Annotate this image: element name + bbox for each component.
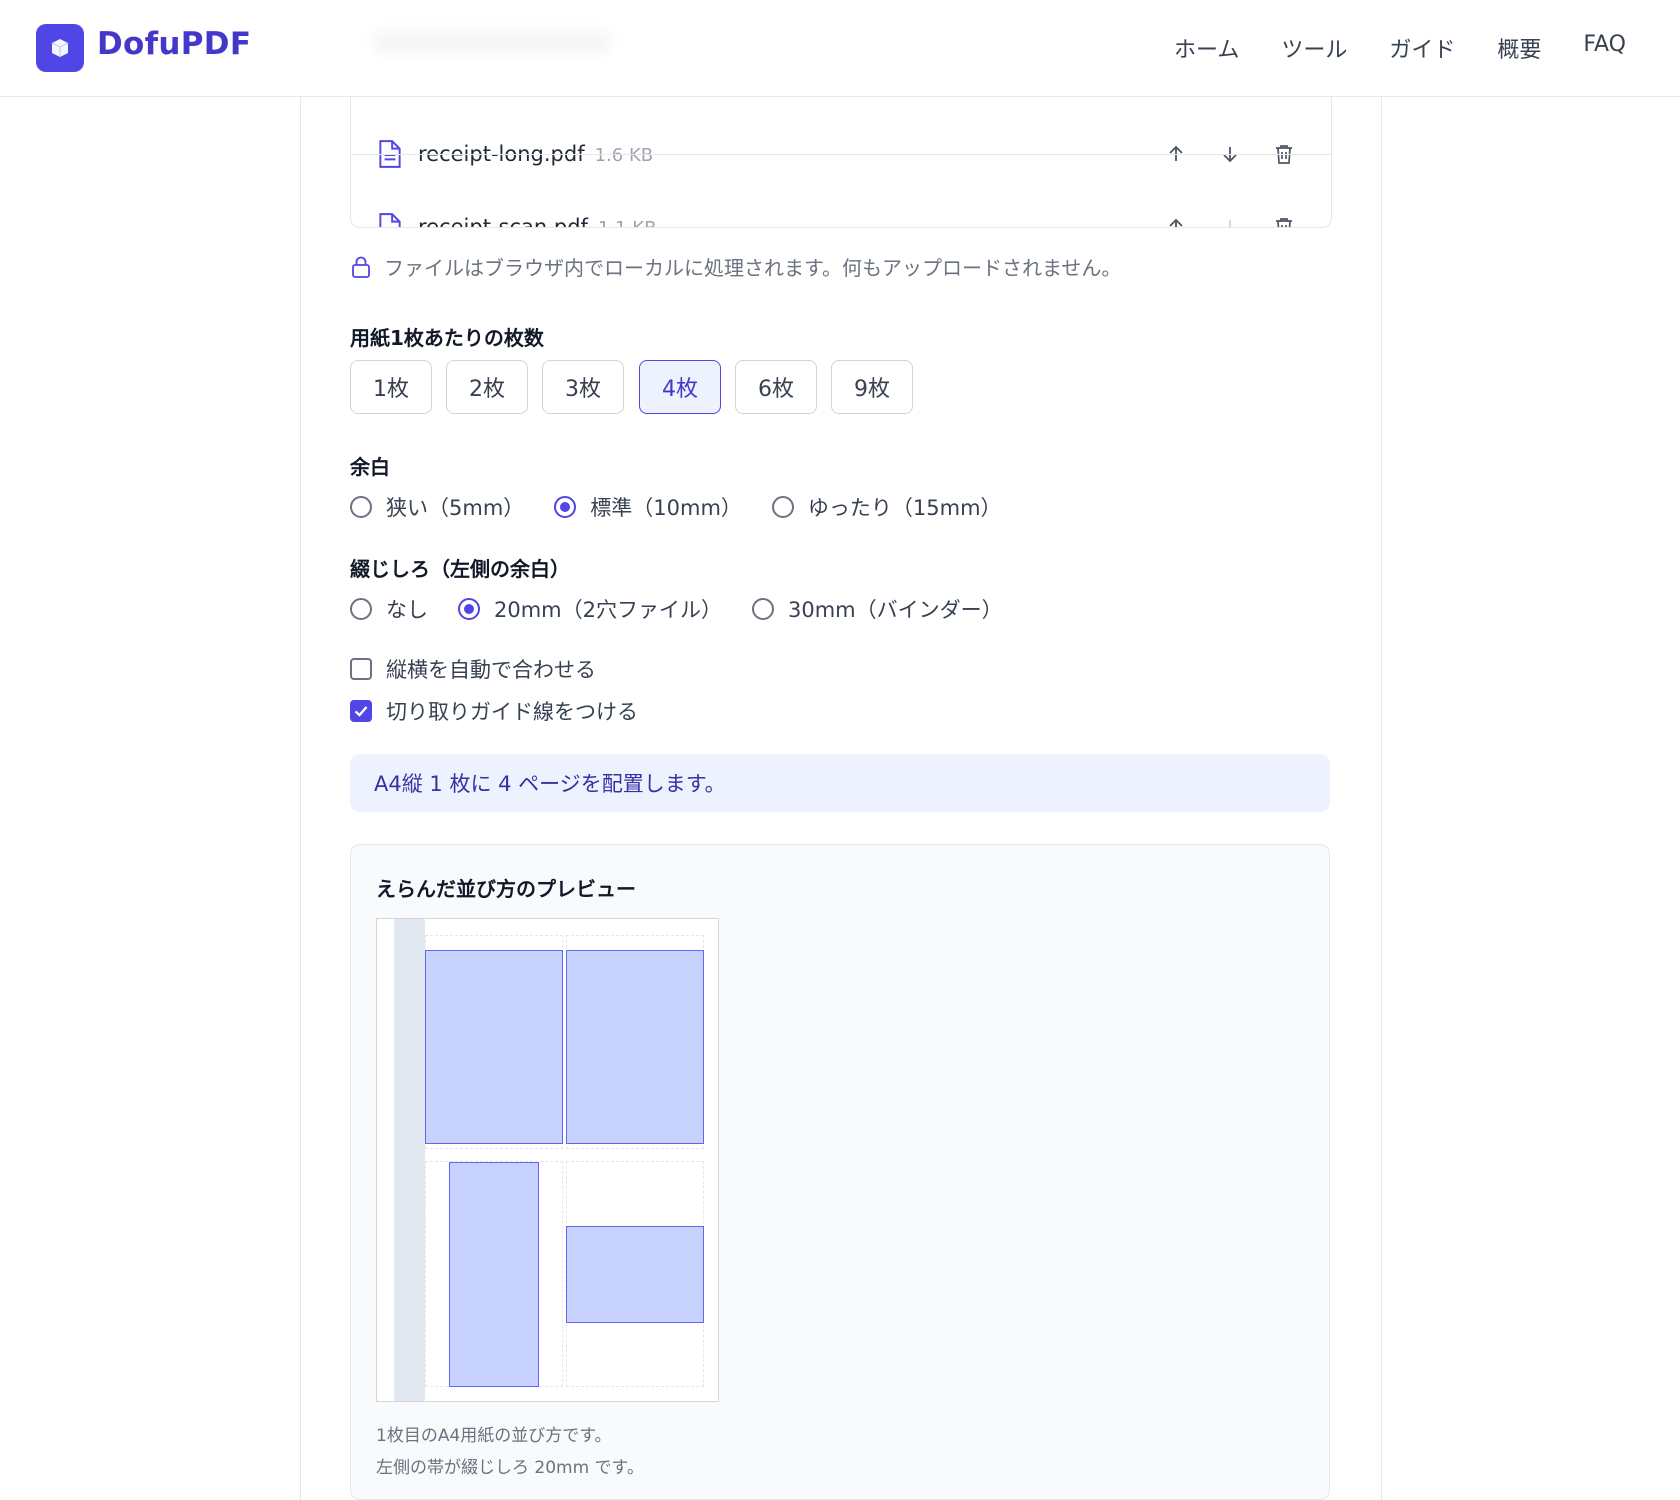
count-9-button[interactable]: 9枚	[831, 360, 913, 414]
binding-30mm-option[interactable]: 30mm（バインダー）	[752, 594, 1003, 624]
option-label: なし	[386, 598, 428, 622]
radio-button[interactable]	[458, 598, 480, 620]
option-label: 20mm（2穴ファイル）	[494, 598, 722, 622]
option-label: 狭い（5mm）	[386, 496, 525, 520]
nav-tools[interactable]: ツール	[1281, 32, 1347, 64]
margin-title: 余白	[350, 455, 390, 479]
preview-title: えらんだ並び方のプレビュー	[376, 877, 636, 901]
radio-button[interactable]	[350, 598, 372, 620]
option-label: 標準（10mm）	[590, 496, 742, 520]
checkbox[interactable]	[350, 700, 372, 722]
radio-button[interactable]	[752, 598, 774, 620]
margin-radio-group: 狭い（5mm） 標準（10mm） ゆったり（15mm）	[350, 492, 1032, 522]
header-blur	[372, 30, 612, 54]
main-nav: ホーム ツール ガイド 概要 FAQ	[1174, 32, 1626, 64]
document-icon	[379, 213, 401, 227]
page-thumbnail-2	[566, 950, 704, 1144]
option-label: ゆったり（15mm）	[807, 496, 1002, 520]
layout-info: A4縦 1 枚に 4 ページを配置します。	[350, 754, 1330, 812]
privacy-note: ファイルはブラウザ内でローカルに処理されます。何もアップロードされません。	[350, 252, 1121, 281]
logo-icon[interactable]	[36, 24, 84, 72]
move-up-button[interactable]	[1162, 213, 1190, 227]
binding-strip	[394, 919, 425, 1401]
count-1-button[interactable]: 1枚	[350, 360, 432, 414]
pages-per-sheet-title: 用紙1枚あたりの枚数	[350, 326, 544, 350]
auto-orient-checkbox[interactable]: 縦横を自動で合わせる	[350, 654, 596, 684]
count-3-button[interactable]: 3枚	[542, 360, 624, 414]
margin-standard-option[interactable]: 標準（10mm）	[554, 492, 742, 522]
brand-name[interactable]: DofuPDF	[97, 26, 251, 62]
binding-20mm-option[interactable]: 20mm（2穴ファイル）	[458, 594, 722, 624]
preview-caption-1: 1枚目のA4用紙の並び方です。	[376, 1426, 612, 1446]
delete-button[interactable]	[1270, 213, 1298, 227]
page-thumbnail-3	[449, 1162, 539, 1387]
preview-caption-2: 左側の帯が綴じしろ 20mm です。	[376, 1458, 644, 1478]
lock-icon	[352, 256, 370, 278]
file-name: receipt-scan.pdf	[418, 215, 588, 228]
preview-card: えらんだ並び方のプレビュー 1枚目のA4用紙の並び方です。 左側の帯が綴じしろ …	[350, 844, 1330, 1500]
radio-button[interactable]	[771, 496, 794, 518]
file-size: 1.1 KB	[598, 218, 657, 227]
file-size: 1.6 KB	[594, 145, 654, 166]
count-4-button[interactable]: 4枚	[639, 360, 721, 414]
option-label: 30mm（バインダー）	[788, 598, 1003, 622]
margin-wide-option[interactable]: ゆったり（15mm）	[771, 492, 1002, 522]
count-6-button[interactable]: 6枚	[735, 360, 817, 414]
radio-button[interactable]	[554, 496, 577, 518]
binding-margin-title: 綴じしろ（左側の余白）	[350, 557, 570, 581]
checkbox-label: 切り取りガイド線をつける	[386, 700, 638, 724]
arrow-up-icon	[1169, 218, 1183, 227]
radio-button[interactable]	[350, 496, 372, 518]
checkmark-icon	[354, 706, 368, 717]
binding-none-option[interactable]: なし	[350, 594, 428, 624]
nav-guide[interactable]: ガイド	[1389, 32, 1455, 64]
page-thumbnail-1	[425, 950, 563, 1144]
nav-about[interactable]: 概要	[1497, 32, 1541, 64]
a4-paper-preview	[376, 918, 719, 1402]
site-header: DofuPDF ホーム ツール ガイド 概要 FAQ	[0, 0, 1680, 97]
checkbox[interactable]	[350, 658, 372, 680]
binding-radio-group: なし 20mm（2穴ファイル） 30mm（バインダー）	[350, 594, 1033, 624]
move-down-button[interactable]	[1216, 213, 1244, 227]
cut-guides-checkbox[interactable]: 切り取りガイド線をつける	[350, 696, 638, 726]
nav-faq[interactable]: FAQ	[1583, 32, 1626, 64]
arrow-down-icon	[1229, 220, 1231, 227]
checkbox-label: 縦横を自動で合わせる	[386, 658, 596, 682]
count-2-button[interactable]: 2枚	[446, 360, 528, 414]
nav-home[interactable]: ホーム	[1174, 32, 1239, 64]
trash-icon	[1276, 218, 1292, 227]
file-row: receipt-scan.pdf 1.1 KB	[351, 191, 1331, 228]
privacy-text: ファイルはブラウザ内でローカルに処理されます。何もアップロードされません。	[384, 256, 1122, 280]
row-divider	[351, 154, 1331, 155]
page-thumbnail-4	[566, 1226, 704, 1323]
margin-narrow-option[interactable]: 狭い（5mm）	[350, 492, 524, 522]
